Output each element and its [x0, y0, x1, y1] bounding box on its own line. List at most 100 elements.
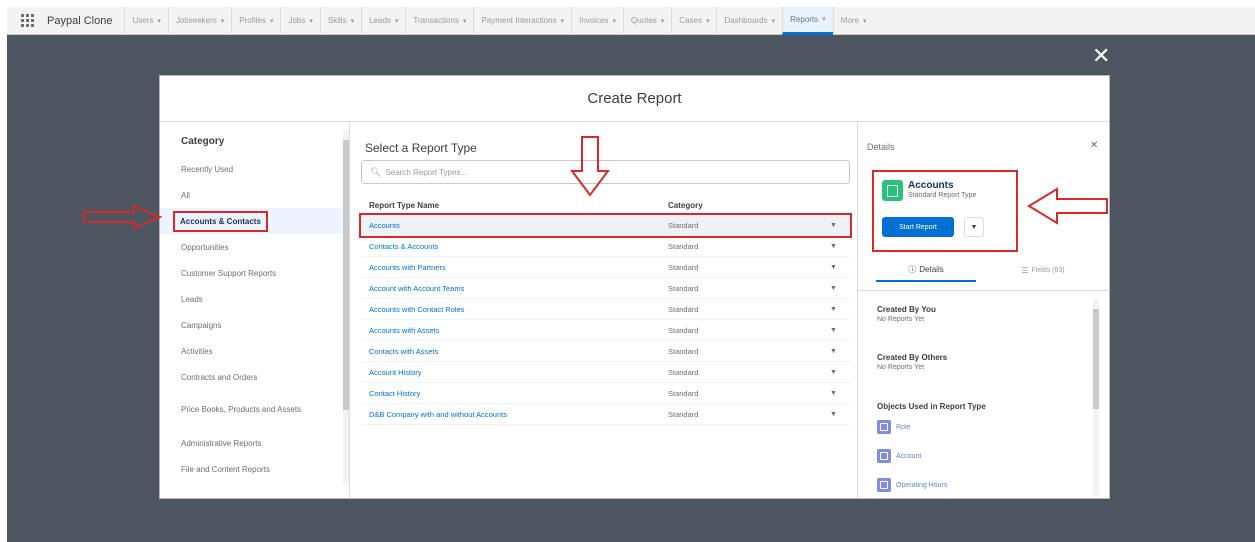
chevron-down-icon[interactable]: ▾ — [772, 17, 776, 25]
chevron-down-icon[interactable]: ▼ — [830, 285, 837, 292]
report-type-name-cell[interactable]: Accounts — [361, 221, 668, 230]
nav-tab[interactable]: Transactions ▾ — [405, 7, 473, 35]
category-item[interactable]: Activities — [160, 338, 349, 364]
report-type-name-cell[interactable]: Accounts with Assets — [361, 326, 668, 335]
chevron-down-icon[interactable]: ▼ — [830, 390, 837, 397]
nav-tab[interactable]: Jobseekers ▾ — [167, 7, 231, 35]
chevron-down-icon[interactable]: ▼ — [830, 222, 837, 229]
chevron-down-icon[interactable]: ▼ — [830, 243, 837, 250]
chevron-down-icon[interactable]: ▾ — [561, 17, 565, 25]
chevron-down-icon[interactable]: ▾ — [661, 17, 665, 25]
nav-tab[interactable]: Profiles ▾ — [231, 7, 280, 35]
category-item[interactable]: Opportunities — [160, 234, 349, 260]
category-scrollbar[interactable] — [343, 130, 349, 485]
report-type-category-cell: Standard — [668, 346, 699, 356]
category-item[interactable]: Campaigns — [160, 312, 349, 338]
report-type-name-cell[interactable]: Accounts with Partners — [361, 263, 668, 272]
object-label[interactable]: Operating Hours — [896, 482, 947, 489]
object-icon — [877, 449, 891, 463]
chevron-down-icon[interactable]: ▾ — [706, 17, 710, 25]
annotation-arrow-left-icon — [1027, 187, 1108, 225]
nav-tab-label: Dashboards — [724, 16, 768, 25]
category-item-label: Activities — [181, 346, 213, 356]
nav-tab[interactable]: Skills ▾ — [319, 7, 361, 35]
chevron-down-icon[interactable]: ▾ — [863, 17, 867, 25]
report-type-name-cell[interactable]: Contacts & Accounts — [361, 242, 668, 251]
category-item[interactable]: File and Content Reports — [160, 456, 349, 482]
category-item[interactable]: Price Books, Products and Assets — [160, 390, 349, 430]
category-item[interactable]: Customer Support Reports — [160, 260, 349, 286]
nav-tab[interactable]: Users ▾ — [124, 7, 167, 35]
category-item[interactable]: All — [160, 182, 349, 208]
chevron-down-icon[interactable]: ▾ — [309, 17, 313, 25]
modal-header: Create Report — [160, 76, 1109, 122]
chevron-down-icon[interactable]: ▾ — [395, 17, 399, 25]
table-row[interactable]: Account History Standard ▼ — [361, 362, 850, 383]
report-type-name-cell[interactable]: Contacts with Assets — [361, 347, 668, 356]
table-row[interactable]: Contact History Standard ▼ — [361, 383, 850, 404]
report-type-name: Accounts — [908, 180, 954, 191]
table-row[interactable]: Accounts with Contact Roles Standard ▼ — [361, 299, 850, 320]
category-item[interactable]: Administrative Reports — [160, 430, 349, 456]
chevron-down-icon[interactable]: ▼ — [830, 264, 837, 271]
category-item[interactable]: Leads — [160, 286, 349, 312]
chevron-down-icon[interactable]: ▼ — [830, 306, 837, 313]
start-report-button[interactable]: Start Report — [882, 217, 954, 237]
details-body: Created By You No Reports Yet Created By… — [858, 290, 1110, 496]
table-row[interactable]: D&B Company with and without Accounts Sta… — [361, 404, 850, 425]
object-label[interactable]: Role — [896, 424, 910, 431]
nav-tab[interactable]: More ▾ — [832, 7, 874, 35]
details-scrollbar[interactable] — [1093, 299, 1099, 495]
column-header-category[interactable]: Category — [668, 201, 703, 210]
chevron-down-icon[interactable]: ▼ — [830, 369, 837, 376]
nav-tab[interactable]: Payment Interactions ▾ — [473, 7, 571, 35]
nav-tab-label: Jobseekers — [175, 16, 217, 25]
category-item-label: Campaigns — [181, 320, 222, 330]
nav-tab[interactable]: Dashboards ▾ — [716, 7, 782, 35]
report-type-name-cell[interactable]: Account History — [361, 368, 668, 377]
table-row[interactable]: Account with Account Teams Standard ▼ — [361, 278, 850, 299]
modal-backdrop[interactable]: Paypal Clone Users ▾ Jobseekers ▾ Profiles ▾ J… — [7, 7, 1255, 542]
tab-fields[interactable]: ☰ Fields (63) — [988, 258, 1098, 282]
app-launcher-icon[interactable] — [21, 13, 35, 28]
report-type-name-cell[interactable]: Account with Account Teams — [361, 284, 668, 293]
chevron-down-icon[interactable]: ▼ — [830, 348, 837, 355]
info-icon: ⓘ — [908, 264, 917, 274]
nav-tab[interactable]: Invoices ▾ — [571, 7, 623, 35]
chevron-down-icon[interactable]: ▾ — [157, 17, 161, 25]
category-item[interactable]: Recently Used — [160, 156, 349, 182]
report-type-card: Accounts Standard Report Type Start Repo… — [872, 170, 1018, 252]
table-row[interactable]: Accounts with Partners Standard ▼ — [361, 257, 850, 278]
report-type-name-cell[interactable]: D&B Company with and without Accounts — [361, 410, 668, 419]
chevron-down-icon[interactable]: ▾ — [351, 17, 355, 25]
table-row[interactable]: Contacts with Assets Standard ▼ — [361, 341, 850, 362]
table-row[interactable]: Accounts with Assets Standard ▼ — [361, 320, 850, 341]
table-row[interactable]: Accounts Standard ▼ — [359, 213, 852, 238]
close-details-icon[interactable]: ✕ — [1090, 140, 1098, 151]
category-item[interactable]: Contracts and Orders — [160, 364, 349, 390]
table-row[interactable]: Contacts & Accounts Standard ▼ — [361, 236, 850, 257]
nav-tab[interactable]: Leads ▾ — [361, 7, 405, 35]
category-heading: Category — [181, 136, 225, 147]
close-icon[interactable]: ✕ — [1092, 45, 1110, 67]
nav-tab[interactable]: Jobs ▾ — [280, 7, 319, 35]
category-item-label: File and Content Reports — [181, 464, 270, 474]
column-header-name[interactable]: Report Type Name — [361, 201, 668, 210]
chevron-down-icon[interactable]: ▾ — [822, 15, 826, 23]
nav-tab[interactable]: Cases ▾ — [671, 7, 716, 35]
report-type-name-cell[interactable]: Contact History — [361, 389, 668, 398]
chevron-down-icon[interactable]: ▾ — [612, 17, 616, 25]
nav-tab[interactable]: Quotes ▾ — [622, 7, 671, 35]
report-type-name-cell[interactable]: Accounts with Contact Roles — [361, 305, 668, 314]
chevron-down-icon[interactable]: ▼ — [830, 327, 837, 334]
chevron-down-icon[interactable]: ▾ — [221, 17, 225, 25]
object-icon — [877, 420, 891, 434]
chevron-down-icon[interactable]: ▾ — [463, 17, 467, 25]
chevron-down-icon[interactable]: ▼ — [964, 217, 984, 237]
chevron-down-icon[interactable]: ▼ — [830, 411, 837, 418]
nav-tab[interactable]: Reports ▾ — [782, 7, 833, 35]
category-item[interactable]: Accounts & Contacts — [160, 208, 349, 234]
chevron-down-icon[interactable]: ▾ — [270, 17, 274, 25]
object-label[interactable]: Account — [896, 453, 921, 460]
tab-details[interactable]: ⓘ Details — [876, 258, 976, 282]
